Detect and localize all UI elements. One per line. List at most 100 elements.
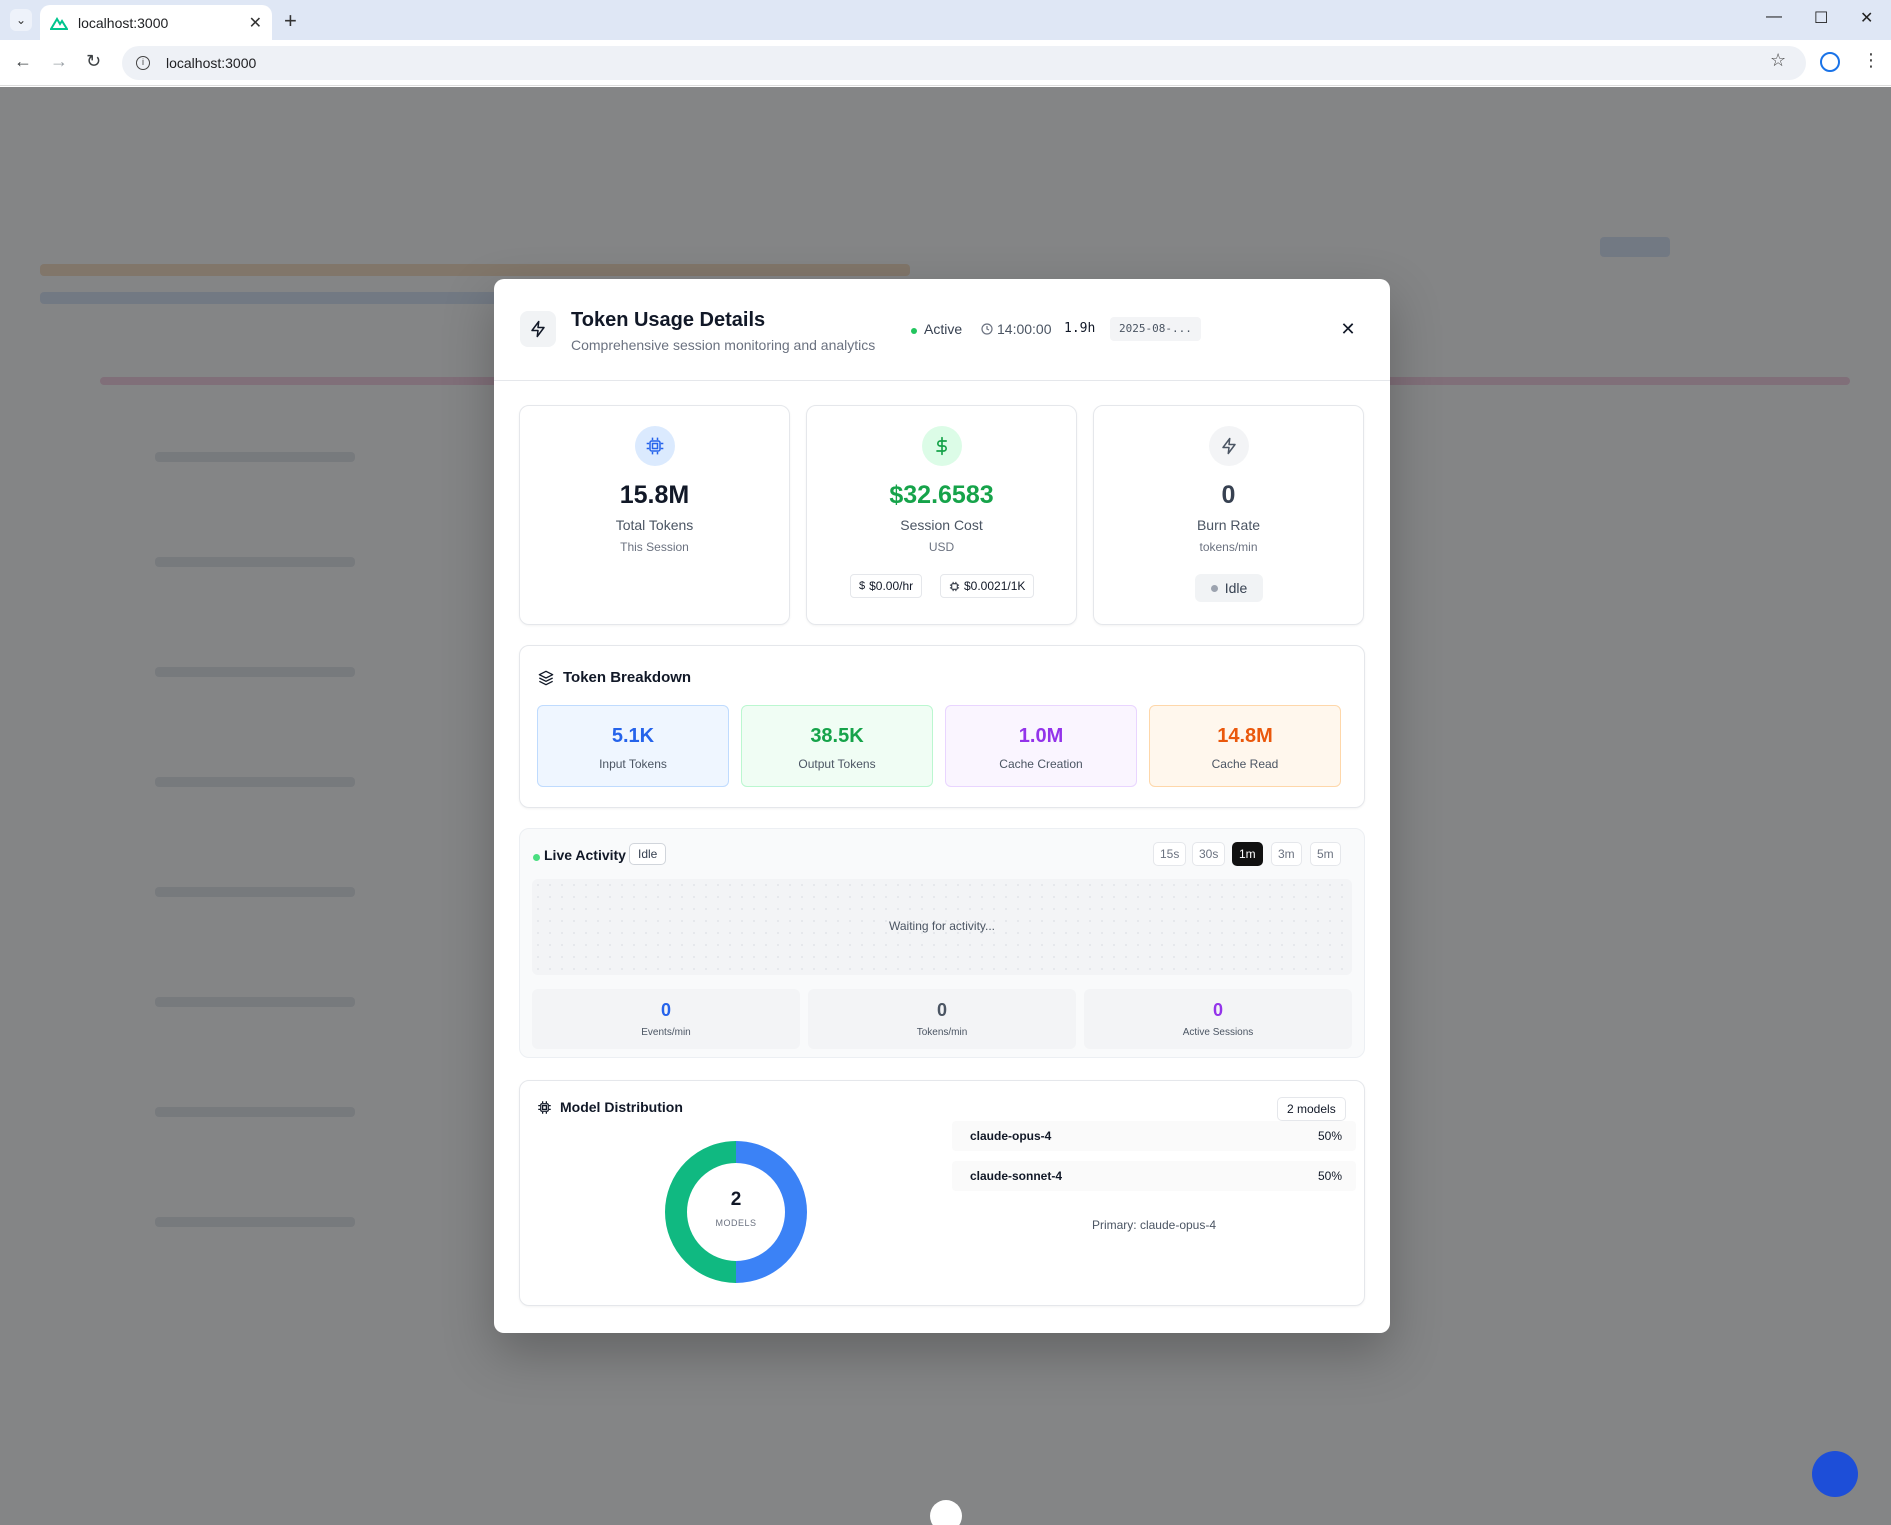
donut-center-value: 2 xyxy=(730,1189,742,1210)
model-percent: 50% xyxy=(1317,1169,1342,1183)
token-breakdown: Token Breakdown 5.1K Input Tokens 38.5K … xyxy=(519,645,1365,808)
nuxt-devtools-button[interactable] xyxy=(930,1500,962,1525)
input-tokens-tile: 5.1K Input Tokens xyxy=(537,705,729,787)
layers-icon xyxy=(538,670,554,686)
burn-rate-label: Burn Rate xyxy=(1196,517,1261,533)
burn-rate-value: 0 xyxy=(1221,481,1236,509)
tab-search-button[interactable]: ⌄ xyxy=(10,9,32,31)
model-name: claude-sonnet-4 xyxy=(970,1169,1063,1183)
cache-read-value: 14.8M xyxy=(1217,725,1273,747)
site-info-icon[interactable]: i xyxy=(136,56,150,70)
new-tab-button[interactable]: + xyxy=(284,8,297,34)
waiting-message: Waiting for activity... xyxy=(888,919,996,933)
tab-title: localhost:3000 xyxy=(78,14,169,31)
events-per-min-stat: 0 Events/min xyxy=(532,989,800,1049)
model-row: claude-sonnet-4 50% xyxy=(952,1161,1356,1191)
dollar-icon xyxy=(922,426,962,466)
tokens-per-min-stat: 0 Tokens/min xyxy=(808,989,1076,1049)
range-5m-button[interactable]: 5m xyxy=(1310,842,1341,866)
range-30s-button[interactable]: 30s xyxy=(1192,842,1226,866)
zap-icon xyxy=(1209,426,1249,466)
donut-svg xyxy=(665,1141,807,1283)
model-distribution-title: Model Distribution xyxy=(560,1099,683,1115)
events-per-min-value: 0 xyxy=(660,1000,671,1020)
burn-rate-state: Idle xyxy=(1224,580,1248,596)
status-dot xyxy=(911,328,917,334)
token-usage-modal: Token Usage Details Comprehensive sessio… xyxy=(494,279,1390,1333)
session-cost-card: $32.6583 Session Cost USD $ $0.00/hr $0.… xyxy=(806,405,1077,625)
close-icon: ✕ xyxy=(1340,318,1356,339)
cpu-icon xyxy=(538,1101,551,1114)
cost-per-1k-chip: $0.0021/1K xyxy=(940,574,1035,598)
total-tokens-sub: This Session xyxy=(620,540,689,554)
close-modal-button[interactable]: ✕ xyxy=(1338,319,1358,339)
active-sessions-value: 0 xyxy=(1212,1000,1223,1020)
window-close-icon[interactable]: ✕ xyxy=(1860,8,1873,28)
back-arrow-icon[interactable]: ← xyxy=(14,51,32,72)
cache-read-label: Cache Read xyxy=(1211,757,1279,771)
active-sessions-label: Active Sessions xyxy=(1182,1027,1254,1038)
range-1m-button[interactable]: 1m xyxy=(1232,842,1263,866)
model-row: claude-opus-4 50% xyxy=(952,1121,1356,1151)
browser-toolbar: ← → ↻ i localhost:3000 ☆ ⋮ xyxy=(0,40,1891,86)
model-name: claude-opus-4 xyxy=(970,1129,1052,1143)
cache-creation-label: Cache Creation xyxy=(999,757,1083,771)
model-donut-chart: 2 MODELS xyxy=(663,1139,809,1285)
browser-menu-icon[interactable]: ⋮ xyxy=(1862,50,1880,71)
range-3m-button[interactable]: 3m xyxy=(1271,842,1302,866)
tab-close-icon[interactable]: ✕ xyxy=(249,13,262,33)
browser-tab-strip: ⌄ localhost:3000 ✕ + — ☐ ✕ xyxy=(0,0,1891,40)
cache-creation-tile: 1.0M Cache Creation xyxy=(945,705,1137,787)
profile-icon[interactable] xyxy=(1820,52,1840,72)
session-cost-sub: USD xyxy=(928,540,955,554)
donut-center-label: MODELS xyxy=(715,1218,757,1228)
modal-subtitle: Comprehensive session monitoring and ana… xyxy=(571,337,876,353)
zap-icon xyxy=(520,311,556,347)
breakdown-title: Token Breakdown xyxy=(563,669,692,686)
donut-slice-claude-opus-4 xyxy=(735,1141,807,1283)
cost-per-hour: $0.00/hr xyxy=(869,579,914,593)
forward-arrow-icon[interactable]: → xyxy=(50,51,68,72)
maximize-icon[interactable]: ☐ xyxy=(1814,8,1828,28)
session-status: Active xyxy=(924,321,963,337)
cost-per-1k: $0.0021/1K xyxy=(964,579,1026,593)
address-bar[interactable]: i localhost:3000 xyxy=(122,46,1806,80)
tokens-per-min-value: 0 xyxy=(936,1000,947,1020)
burn-rate-status: Idle xyxy=(1195,574,1263,602)
reload-icon[interactable]: ↻ xyxy=(86,51,101,72)
model-percent: 50% xyxy=(1317,1129,1342,1143)
total-tokens-card: 15.8M Total Tokens This Session xyxy=(519,405,790,625)
live-activity-title: Live Activity xyxy=(544,847,626,863)
input-tokens-label: Input Tokens xyxy=(599,757,667,771)
clock-icon xyxy=(981,323,993,335)
primary-model: Primary: claude-opus-4 xyxy=(1091,1218,1217,1232)
output-tokens-tile: 38.5K Output Tokens xyxy=(741,705,933,787)
donut-slice-claude-sonnet-4 xyxy=(665,1141,737,1283)
input-tokens-value: 5.1K xyxy=(611,725,655,747)
session-duration: 1.9h xyxy=(1064,321,1096,336)
model-distribution: Model Distribution 2 models 2 MODELS cla… xyxy=(519,1080,1365,1306)
tokens-per-min-label: Tokens/min xyxy=(916,1027,968,1038)
browser-tab[interactable]: localhost:3000 ✕ xyxy=(40,5,272,40)
session-date: 2025-08-... xyxy=(1110,317,1201,341)
session-cost-label: Session Cost xyxy=(900,517,983,533)
live-status-badge: Idle xyxy=(629,843,667,865)
burn-rate-sub: tokens/min xyxy=(1199,540,1258,554)
live-indicator-dot xyxy=(533,854,540,861)
activity-chart-area: Waiting for activity... xyxy=(532,879,1352,975)
bookmark-star-icon[interactable]: ☆ xyxy=(1770,50,1786,71)
modal-title: Token Usage Details xyxy=(571,309,766,331)
idle-dot xyxy=(1210,584,1218,592)
floating-action-button[interactable] xyxy=(1812,1451,1858,1497)
session-cost-value: $32.6583 xyxy=(889,481,994,509)
cache-read-tile: 14.8M Cache Read xyxy=(1149,705,1341,787)
range-15s-button[interactable]: 15s xyxy=(1153,842,1187,866)
url-text: localhost:3000 xyxy=(166,55,257,71)
total-tokens-label: Total Tokens xyxy=(615,517,694,533)
cache-creation-value: 1.0M xyxy=(1018,725,1064,747)
dollar-small-icon: $ xyxy=(859,580,866,592)
total-tokens-value: 15.8M xyxy=(619,481,690,509)
minimize-icon[interactable]: — xyxy=(1766,8,1782,26)
output-tokens-value: 38.5K xyxy=(810,725,864,747)
output-tokens-label: Output Tokens xyxy=(798,757,876,771)
